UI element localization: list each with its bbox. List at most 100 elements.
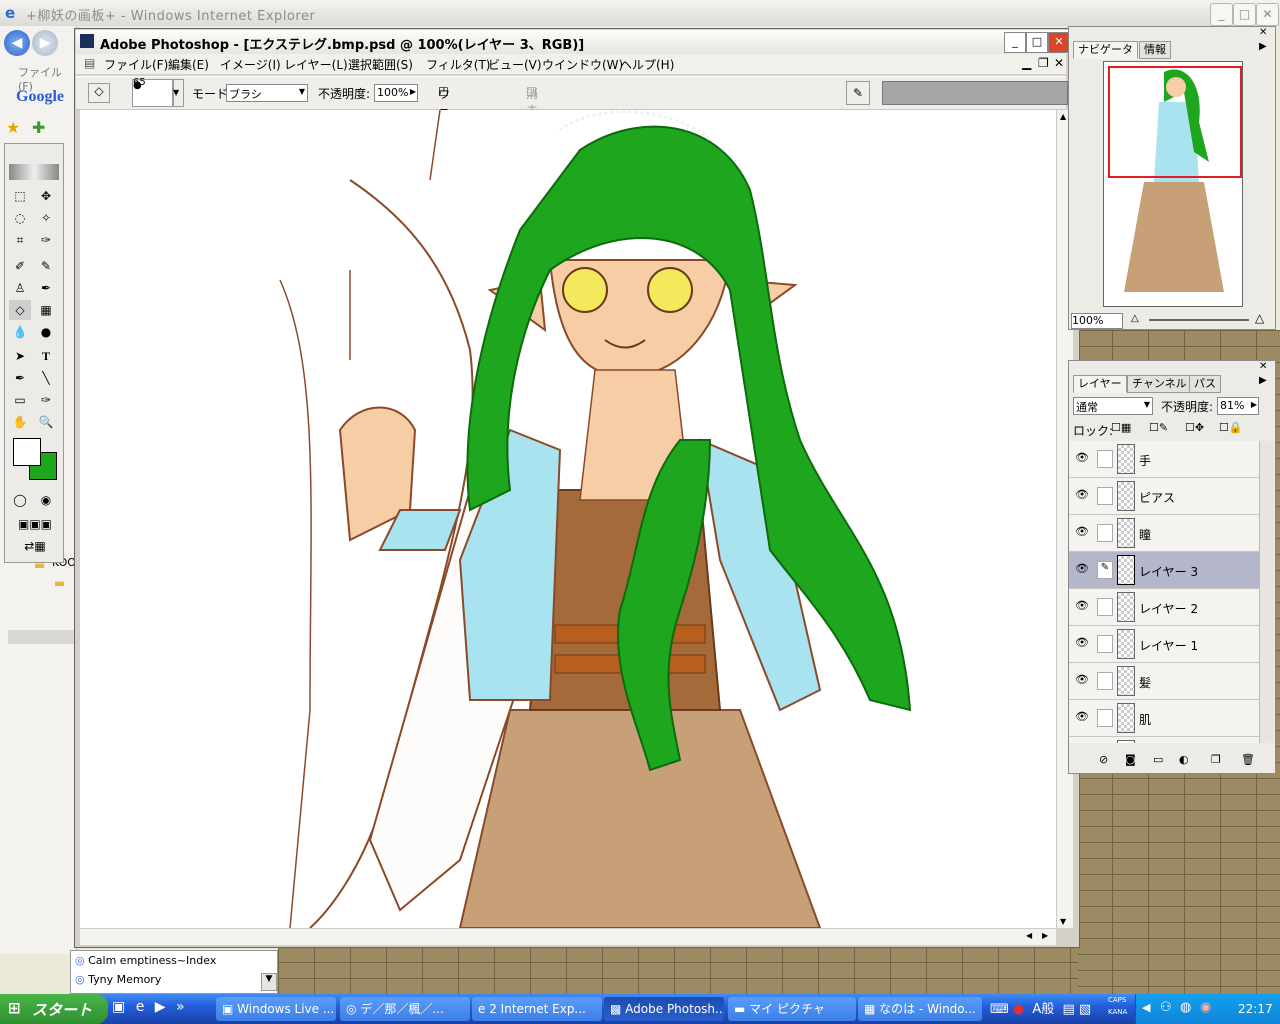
eraser-tool-icon[interactable]: ◇ [88,83,110,103]
mode-select[interactable]: ブラシ ▼ [226,84,308,102]
link-box[interactable] [1097,524,1113,542]
lasso-tool-icon[interactable]: ◌ [9,208,31,228]
zoom-tool-icon[interactable]: 🔍 [35,412,57,432]
trash-icon[interactable]: 🗑 [1241,753,1255,766]
close-button[interactable]: ✕ [1256,3,1279,26]
tab-navigator[interactable]: ナビゲータ [1073,41,1138,59]
menu-select[interactable]: 選択範囲(S) [348,56,413,73]
path-select-icon[interactable]: ➤ [9,346,31,366]
link-box[interactable] [1097,450,1113,468]
marquee-tool-icon[interactable]: ⬚ [9,186,31,206]
ime-mode[interactable]: A般 [1032,1002,1054,1017]
menu-file[interactable]: ファイル(F) [104,56,168,73]
eye-icon[interactable]: 👁 [1075,599,1089,612]
navigator-preview[interactable] [1103,61,1243,307]
dodge-tool-icon[interactable]: ● [35,322,57,342]
tab-paths[interactable]: パス [1189,375,1221,393]
menu-help[interactable]: ヘルプ(H) [620,56,674,73]
layer-row[interactable]: 👁 背景 [1069,737,1259,743]
palette-close-icon[interactable]: ✕ [1259,361,1267,372]
menu-window[interactable]: ウインドウ(W) [542,56,623,73]
scroll-left-icon[interactable]: ◀ [1026,931,1032,940]
history-brush-icon[interactable]: ✒ [35,278,57,298]
eyedropper-tool-icon[interactable]: ✑ [35,390,57,410]
navigator-view-box[interactable] [1108,66,1242,178]
layer-row[interactable]: 👁 手 [1069,441,1259,478]
maximize-button[interactable]: □ [1233,3,1256,26]
foreground-color-swatch[interactable] [13,438,41,466]
layer-row[interactable]: 👁 肌 [1069,700,1259,737]
menu-view[interactable]: ビュー(V) [488,56,542,73]
lock-all-icon[interactable]: ☐🔒 [1219,421,1243,434]
taskbar-button[interactable]: ▣ Windows Live ... [216,997,336,1021]
canvas-horizontal-scrollbar[interactable]: ◀ ▶ [80,928,1056,945]
menu-image[interactable]: イメージ(I) [220,56,281,73]
ime-indicator[interactable]: ● [1013,1002,1024,1017]
quickmask-on-icon[interactable]: ◉ [35,490,57,510]
zoom-out-icon[interactable]: △ [1131,313,1139,324]
eye-icon[interactable]: 👁 [1075,562,1089,575]
more-icon[interactable]: » [176,999,185,1015]
toolbox-header-icon[interactable] [9,164,59,180]
tab-layers[interactable]: レイヤー [1073,375,1127,393]
eye-icon[interactable]: 👁 [1075,525,1089,538]
palette-menu-icon[interactable]: ▶ [1259,375,1267,386]
menu-filter[interactable]: フィルタ(T) [426,56,490,73]
network-icon[interactable]: ◍ [1180,1000,1191,1015]
link-box[interactable] [1097,598,1113,616]
palette-menu-icon[interactable]: ▶ [1259,41,1267,52]
ps-close-button[interactable]: ✕ [1048,32,1070,53]
stamp-tool-icon[interactable]: ♙ [9,278,31,298]
google-logo[interactable]: Google [16,88,64,106]
minimize-button[interactable]: _ [1210,3,1233,26]
gradient-tool-icon[interactable]: ▦ [35,300,57,320]
link-box[interactable] [1097,487,1113,505]
layer-row[interactable]: 👁 レイヤー 1 [1069,626,1259,663]
layer-row-selected[interactable]: 👁 ✎ レイヤー 3 [1069,552,1259,589]
taskbar-button[interactable]: ▬ マイ ピクチャ [728,997,856,1021]
clock[interactable]: 22:17 [1238,1002,1273,1016]
eye-icon[interactable]: 👁 [1075,636,1089,649]
layer-opacity-field[interactable]: 81% ▶ [1217,397,1259,415]
eye-icon[interactable]: 👁 [1075,488,1089,501]
dictionary-icon[interactable]: ▤ [1062,1002,1074,1017]
favorites-star-icon[interactable]: ★ [6,118,20,137]
scroll-down-icon[interactable]: ▼ [1060,917,1066,926]
lock-transparency-icon[interactable]: ☐▦ [1111,421,1131,434]
airbrush-icon[interactable]: ✎ [846,81,870,105]
tray-arrow-icon[interactable]: ◀ [1142,1001,1150,1014]
eye-icon[interactable]: 👁 [1075,451,1089,464]
pen-tool-icon[interactable]: ✒ [9,368,31,388]
ie-launch-icon[interactable]: e [136,999,145,1015]
start-button[interactable]: ⊞ スタート [0,994,108,1024]
taskbar-button[interactable]: e 2 Internet Exp... [472,997,602,1021]
layer-row[interactable]: 👁 レイヤー 2 [1069,589,1259,626]
link-box[interactable] [1097,635,1113,653]
side-scroll-bar[interactable] [8,630,74,644]
adjustment-layer-icon[interactable]: ◐ [1179,753,1189,766]
layers-scrollbar[interactable] [1259,441,1274,743]
favorite-item[interactable]: ◎ Tyny Memory [75,973,161,986]
crop-tool-icon[interactable]: ⌗ [9,230,31,250]
doc-minimize-icon[interactable]: ▁ [1022,56,1031,70]
screen-mode-icon[interactable]: ▣▣▣ [9,514,61,534]
menu-edit[interactable]: 編集(E) [168,56,209,73]
magic-wand-tool-icon[interactable]: ✧ [35,208,57,228]
brush-link-icon[interactable]: ✎ [1097,561,1113,579]
tools-icon[interactable]: ▧ [1079,1002,1091,1017]
messenger-icon[interactable]: ⚇ [1160,1000,1172,1015]
antivirus-icon[interactable]: ◉ [1200,1000,1211,1015]
taskbar-button[interactable]: ◎ デ／那／楓／... [340,997,470,1021]
layer-style-icon[interactable]: ⊘ [1099,753,1108,766]
brush-tool-icon[interactable]: ✎ [35,256,57,276]
blur-tool-icon[interactable]: 💧 [9,322,31,342]
add-favorite-icon[interactable]: ✚ [32,118,45,137]
favorites-scroll-down[interactable]: ▼ [261,973,277,991]
tab-info[interactable]: 情報 [1139,41,1171,59]
eye-icon[interactable]: 👁 [1075,673,1089,686]
hand-tool-icon[interactable]: ✋ [9,412,31,432]
keyboard-icon[interactable]: ⌨ [990,1002,1009,1017]
tab-channels[interactable]: チャンネル [1127,375,1192,393]
jump-to-imageready-icon[interactable]: ⇄▦ [9,536,61,556]
palette-well[interactable] [882,81,1068,105]
